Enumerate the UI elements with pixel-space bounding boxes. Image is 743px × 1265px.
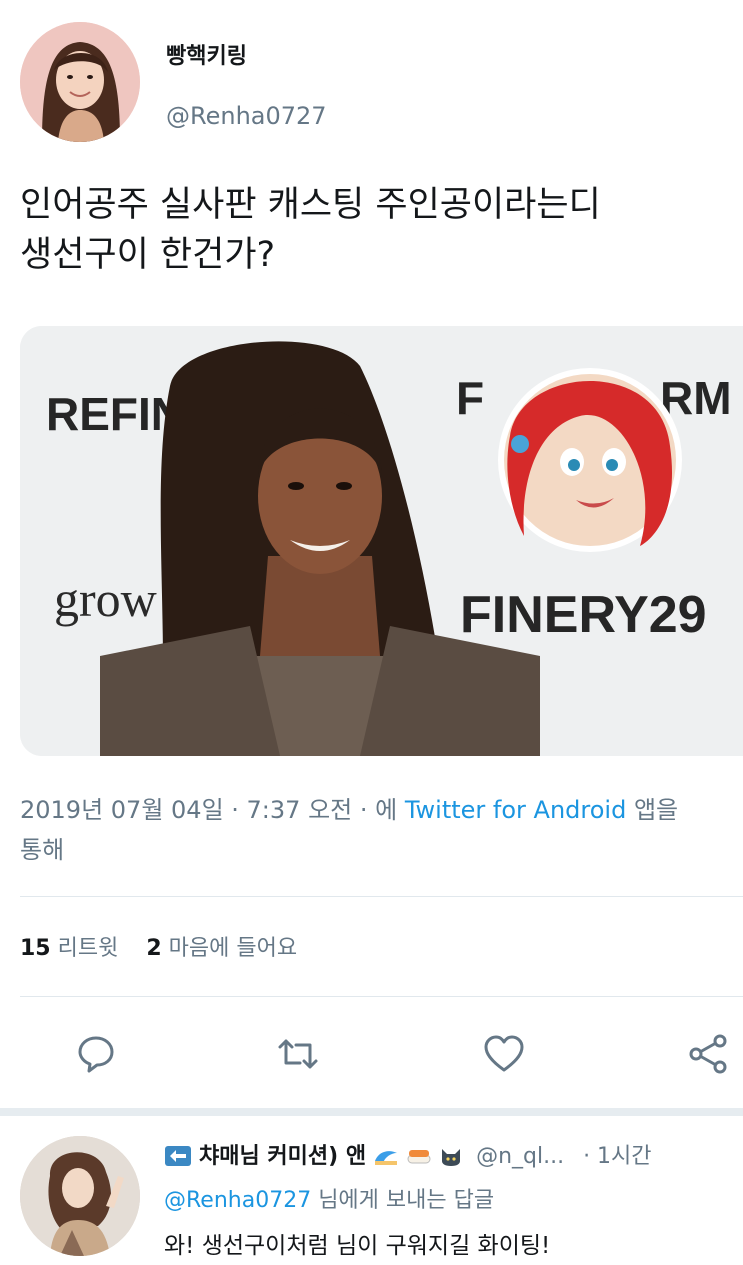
- tweet-source-suffix-line2: 통해: [20, 836, 65, 864]
- tweet-header: 빵핵키링 @Renha0727: [20, 22, 720, 146]
- share-button[interactable]: [680, 1026, 736, 1082]
- author-display-name[interactable]: 빵핵키링: [166, 38, 247, 70]
- like-button[interactable]: [476, 1026, 532, 1082]
- author-avatar[interactable]: [20, 22, 140, 142]
- tweet-timestamp[interactable]: 2019년 07월 04일 · 7:37 오전 · 에: [20, 796, 397, 824]
- cat-emoji-icon: [442, 1149, 461, 1166]
- backdrop-text: FINERY29: [460, 586, 707, 644]
- author-handle[interactable]: @Renha0727: [166, 102, 327, 130]
- divider: [20, 996, 743, 997]
- tweet-text-line: 인어공주 실사판 캐스팅 주인공이라는디: [20, 185, 601, 225]
- tweet-text: 인어공주 실사판 캐스팅 주인공이라는디 생선구이 한건가?: [20, 180, 720, 280]
- retweet-button[interactable]: [270, 1026, 326, 1082]
- divider: [20, 896, 743, 897]
- backdrop-text: grow: [54, 571, 157, 627]
- sushi-emoji-icon: [407, 1150, 431, 1164]
- reply-header: 챠매님 커미션) 앤 @n_ql... · 1시간: [164, 1138, 652, 1170]
- reply-author-avatar[interactable]: [20, 1136, 140, 1256]
- wave-emoji-icon: [375, 1151, 398, 1165]
- tweet-timestamp-source: 2019년 07월 04일 · 7:37 오전 · 에 Twitter for …: [20, 790, 743, 870]
- tweet-stats: 15 리트윗 2 마음에 들어요: [20, 930, 297, 962]
- tweet-action-bar: [0, 1026, 743, 1082]
- likes-label: 마음에 들어요: [168, 936, 298, 961]
- reply-button[interactable]: [68, 1026, 124, 1082]
- reply-to-line: @Renha0727 님에게 보내는 답글: [164, 1182, 494, 1214]
- tweet-source-link[interactable]: Twitter for Android: [405, 796, 626, 824]
- likes-count: 2: [146, 936, 162, 961]
- retweets-count: 15: [20, 936, 51, 961]
- retweets-label: 리트윗: [57, 936, 119, 961]
- reply-avatar-image: [20, 1136, 140, 1256]
- reply-tweet[interactable]: 챠매님 커미션) 앤 @n_ql... · 1시간 @Renha0727 님에게…: [0, 1116, 743, 1265]
- reply-text: 와! 생선구이처럼 님이 구워지길 화이팅!: [164, 1233, 551, 1259]
- likes-stat[interactable]: 2 마음에 들어요: [146, 936, 297, 961]
- share-icon: [689, 1034, 727, 1074]
- reply-author-handle[interactable]: @n_ql...: [476, 1144, 564, 1169]
- tweet-source-suffix: 앱을: [633, 796, 679, 824]
- reply-author-name[interactable]: 챠매님 커미션) 앤: [199, 1144, 366, 1169]
- retweets-stat[interactable]: 15 리트윗: [20, 936, 118, 961]
- section-separator: [0, 1108, 743, 1116]
- tweet-text-line: 생선구이 한건가?: [20, 235, 276, 275]
- retweet-icon: [278, 1039, 318, 1069]
- like-icon: [484, 1035, 524, 1072]
- media-photo: REFINE F RM grow FINERY29: [20, 326, 743, 756]
- reply-time[interactable]: · 1시간: [583, 1144, 651, 1169]
- backdrop-text: F: [456, 372, 484, 424]
- reply-to-suffix: 님에게 보내는 답글: [311, 1188, 495, 1213]
- reply-to-mention[interactable]: @Renha0727: [164, 1188, 311, 1213]
- tweet-media-image[interactable]: REFINE F RM grow FINERY29: [20, 326, 743, 756]
- author-avatar-image: [20, 22, 140, 142]
- reply-icon: [78, 1036, 114, 1073]
- back-arrow-emoji-icon: [165, 1146, 191, 1166]
